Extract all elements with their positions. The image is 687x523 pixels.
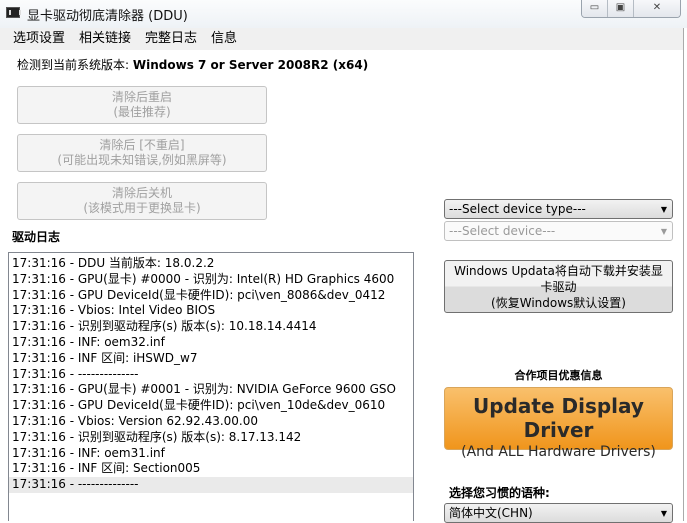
log-label: 驱动日志 — [12, 230, 61, 244]
language-select[interactable]: 简体中文(CHN) ▼ — [444, 503, 673, 523]
language-value: 简体中文(CHN) — [449, 506, 533, 520]
device-type-select[interactable]: ---Select device type--- ▼ — [444, 199, 673, 219]
clean-and-shutdown-button[interactable]: 清除后关机 (该模式用于更换显卡) — [17, 182, 267, 220]
menu-links[interactable]: 相关链接 — [72, 28, 138, 50]
log-line: 17:31:16 - Vbios: Intel Video BIOS — [12, 303, 216, 318]
log-list[interactable]: 17:31:16 - DDU 当前版本: 18.0.2.2 17:31:16 - … — [8, 252, 414, 521]
update-display-driver-button[interactable]: Update Display Driver (And ALL Hardware … — [444, 387, 673, 460]
window-border — [683, 28, 684, 521]
close-button[interactable]: ✕ — [634, 0, 680, 17]
log-line: 17:31:16 - INF: oem32.inf — [12, 334, 165, 349]
log-line: 17:31:16 - Vbios: Version 62.92.43.00.00 — [12, 413, 259, 428]
log-line: 17:31:16 - DDU 当前版本: 18.0.2.2 — [12, 256, 215, 270]
button-sublabel: (恢复Windows默认设置) — [491, 296, 626, 310]
menu-options[interactable]: 选项设置 — [6, 28, 72, 50]
promo-subtitle: (And ALL Hardware Drivers) — [461, 444, 656, 460]
log-line: 17:31:16 - -------------- — [9, 477, 413, 493]
button-label: 卡驱动 — [540, 280, 577, 294]
log-line: 17:31:16 - INF: oem31.inf — [12, 445, 165, 460]
button-sublabel: (该模式用于更换显卡) — [83, 201, 201, 215]
log-line: 17:31:16 - 识别到驱动程序(s) 版本(s): 8.17.13.142 — [12, 429, 302, 444]
log-line: 17:31:16 - GPU DeviceId(显卡硬件ID): pci\ven… — [12, 398, 386, 413]
log-line: 17:31:16 - -------------- — [12, 366, 139, 381]
promo-title: Update Display Driver — [473, 394, 644, 442]
log-line: 17:31:16 - INF 区间: Section005 — [12, 461, 201, 476]
log-line: 17:31:16 - INF 区间: iHSWD_w7 — [12, 350, 198, 365]
clean-no-restart-button[interactable]: 清除后 [不重启] (可能出现未知错误,例如黑屏等) — [17, 134, 267, 172]
windows-update-button[interactable]: Windows Updata将自动下载并安装显 卡驱动 (恢复Windows默认… — [444, 260, 673, 313]
button-label: 清除后关机 — [111, 186, 172, 200]
window-title: 显卡驱动彻底清除器 (DDU) — [27, 9, 188, 24]
chevron-down-icon: ▼ — [660, 509, 667, 518]
device-value: ---Select device--- — [449, 224, 556, 238]
log-line: 17:31:16 - GPU(显卡) #0001 - 识别为: NVIDIA G… — [12, 382, 396, 397]
button-sublabel: (最佳推荐) — [113, 105, 171, 119]
chevron-down-icon: ▼ — [660, 227, 667, 236]
log-line: 17:31:16 - 识别到驱动程序(s) 版本(s): 10.18.14.44… — [12, 319, 317, 334]
button-label: Windows Updata将自动下载并安装显 — [454, 264, 663, 278]
partner-label: 合作项目优惠信息 — [514, 369, 603, 382]
log-line: 17:31:16 - GPU DeviceId(显卡硬件ID): pci\ven… — [12, 287, 386, 302]
menu-bar: 选项设置 相关链接 完整日志 信息 — [0, 28, 684, 50]
menu-full-log[interactable]: 完整日志 — [138, 28, 204, 50]
device-select[interactable]: ---Select device--- ▼ — [444, 221, 673, 241]
button-sublabel: (可能出现未知错误,例如黑屏等) — [57, 153, 227, 167]
system-version-value: Windows 7 or Server 2008R2 (x64) — [132, 58, 369, 72]
app-icon — [6, 7, 21, 18]
button-label: 清除后 [不重启] — [99, 138, 185, 152]
device-type-value: ---Select device type--- — [449, 202, 586, 216]
button-label: 清除后重启 — [111, 90, 172, 104]
language-label: 选择您习惯的语种: — [449, 486, 550, 500]
menu-info[interactable]: 信息 — [204, 28, 244, 50]
minimize-button[interactable]: ▭ — [582, 0, 608, 17]
maximize-button[interactable]: ▣ — [608, 0, 634, 17]
clean-and-restart-button[interactable]: 清除后重启 (最佳推荐) — [17, 86, 267, 124]
system-version-label: 检测到当前系统版本: — [17, 58, 130, 72]
log-line: 17:31:16 - GPU(显卡) #0000 - 识别为: Intel(R)… — [12, 271, 395, 286]
chevron-down-icon: ▼ — [660, 205, 667, 214]
title-bar: 显卡驱动彻底清除器 (DDU) ▭ ▣ ✕ — [0, 0, 687, 28]
system-version: 检测到当前系统版本: Windows 7 or Server 2008R2 (x… — [17, 56, 368, 73]
